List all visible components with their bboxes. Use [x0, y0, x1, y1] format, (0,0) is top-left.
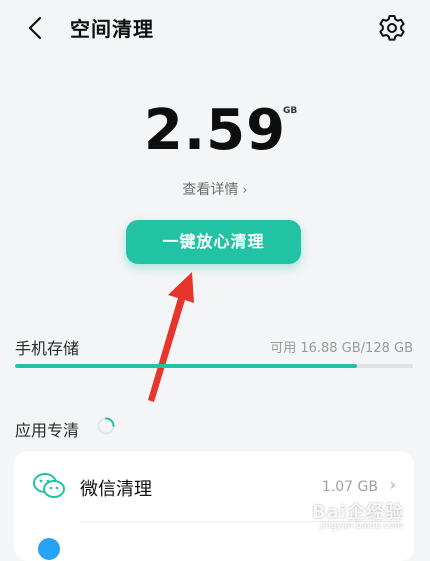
- app-icon-partial: [38, 538, 60, 560]
- annotation-arrow-icon: [148, 272, 194, 402]
- storage-progress-bar: [15, 364, 413, 368]
- storage-progress-fill: [15, 364, 358, 368]
- wechat-clean-size: 1.07 GB: [321, 479, 378, 495]
- chevron-right-icon: ›: [389, 475, 396, 494]
- junk-size-unit: GB: [283, 106, 298, 116]
- view-details-label: 查看详情: [182, 182, 239, 198]
- view-details-link[interactable]: 查看详情 ›: [0, 179, 430, 199]
- wechat-clean-label: 微信清理: [80, 479, 152, 500]
- one-tap-clean-button[interactable]: 一键放心清理: [126, 220, 301, 264]
- chevron-right-icon: ›: [242, 183, 248, 198]
- settings-button[interactable]: [376, 12, 408, 44]
- storage-available-text: 可用 16.88 GB/128 GB: [270, 341, 413, 356]
- phone-storage-label: 手机存储: [15, 339, 80, 358]
- loading-spinner-icon: [97, 417, 115, 435]
- gear-icon: [379, 15, 405, 41]
- app-cleaning-label: 应用专清: [15, 421, 80, 440]
- back-button[interactable]: [24, 12, 52, 44]
- wechat-icon: [33, 473, 65, 498]
- junk-size-value: 2.59: [143, 98, 287, 163]
- chevron-left-icon: [28, 16, 42, 40]
- page-title: 空间清理: [70, 17, 154, 41]
- watermark-url: jingyan.baidu.com: [320, 521, 404, 531]
